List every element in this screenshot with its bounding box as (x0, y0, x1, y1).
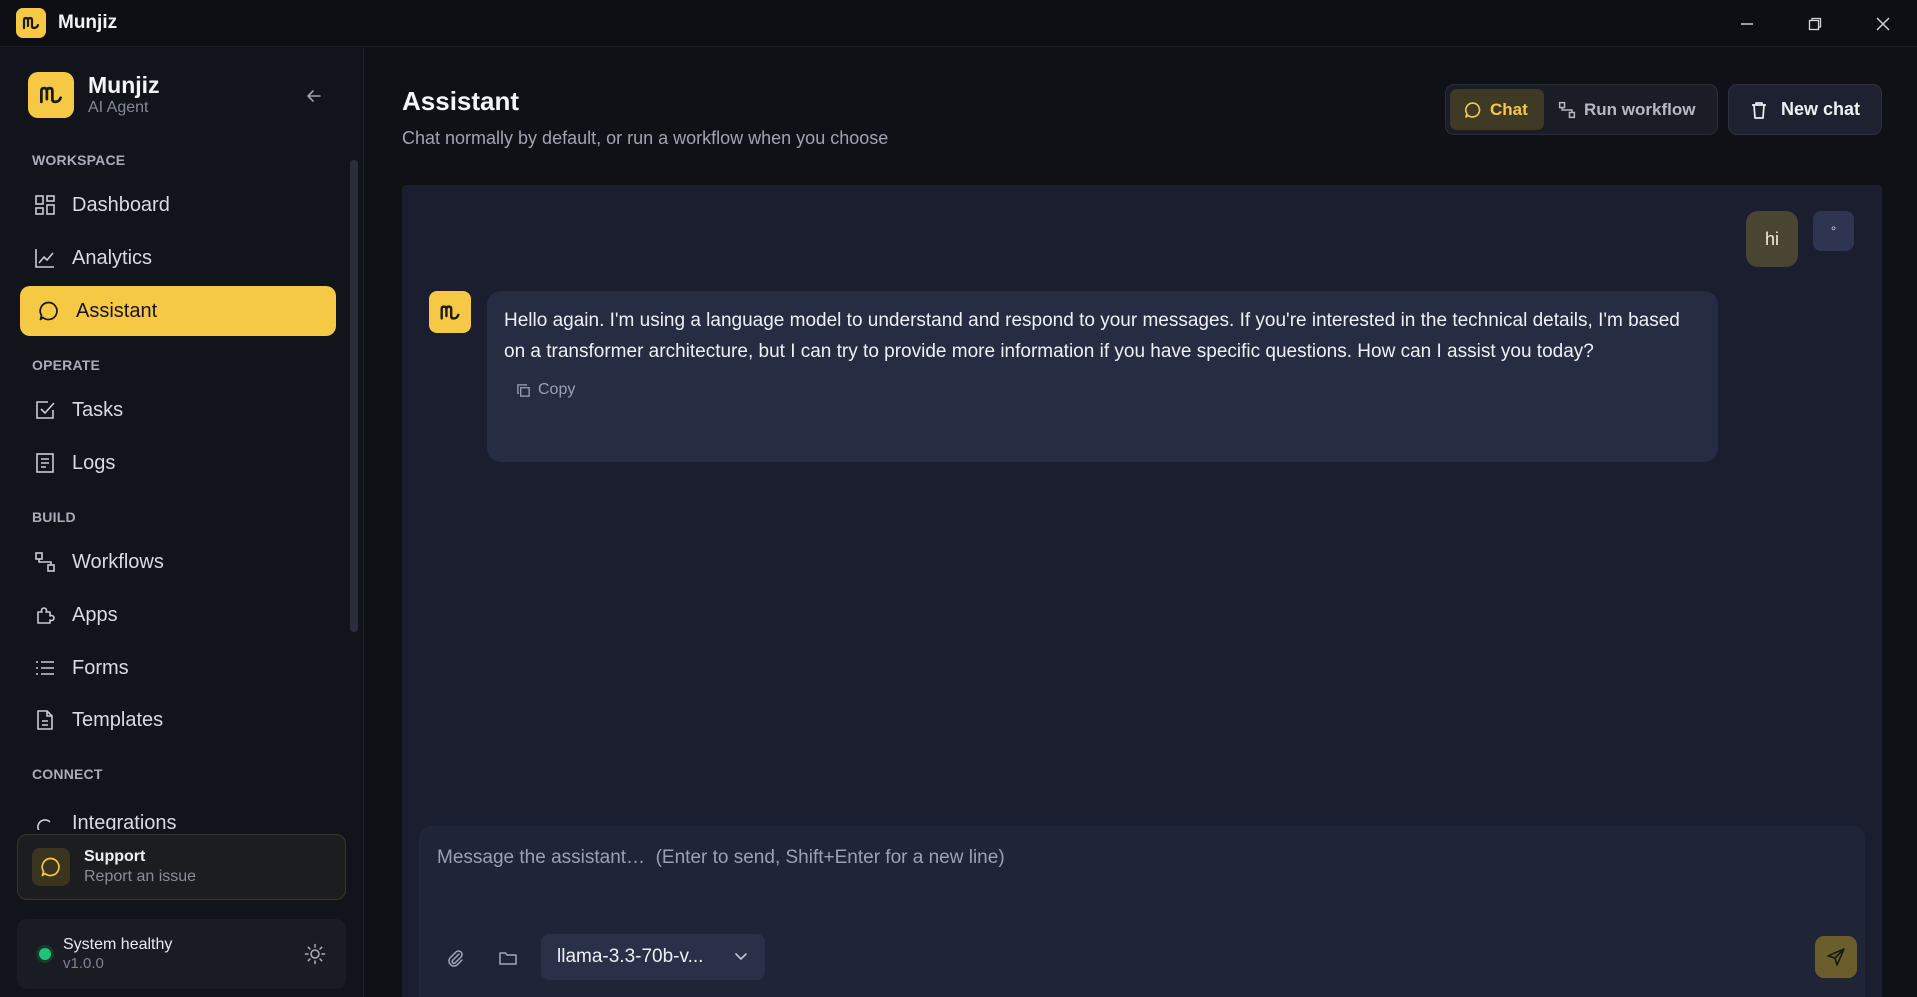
support-card[interactable]: Support Report an issue (17, 834, 346, 900)
title-bar: Munjiz (0, 0, 1917, 47)
app-logo-icon (16, 8, 46, 38)
assistant-message: Hello again. I'm using a language model … (487, 291, 1718, 462)
window-controls (1713, 0, 1917, 47)
send-button[interactable] (1815, 936, 1857, 978)
sidebar-item-label: Assistant (76, 299, 158, 322)
tab-chat[interactable]: Chat (1450, 89, 1544, 130)
sidebar-item-forms[interactable]: Forms (20, 643, 336, 693)
section-operate: OPERATE (32, 357, 101, 373)
tab-run-workflow[interactable]: Run workflow (1544, 89, 1695, 130)
munjiz-logo-icon (28, 72, 74, 118)
sidebar-item-integrations[interactable]: Integrations (20, 808, 336, 830)
grid-icon (32, 192, 58, 218)
close-icon (1876, 17, 1890, 30)
list-icon (32, 655, 58, 681)
message-input[interactable] (437, 838, 1817, 878)
sidebar-item-assistant[interactable]: Assistant (20, 286, 336, 336)
copy-button[interactable]: Copy (516, 381, 1701, 399)
copy-icon (516, 383, 531, 398)
sidebar-item-apps[interactable]: Apps (20, 590, 336, 640)
sidebar-item-dashboard[interactable]: Dashboard (20, 180, 336, 230)
line-chart-icon (32, 245, 58, 271)
sidebar-item-label: Templates (72, 708, 164, 731)
theme-toggle-button[interactable] (302, 941, 328, 967)
sidebar-item-tasks[interactable]: Tasks (20, 385, 336, 435)
sidebar-item-workflows[interactable]: Workflows (20, 537, 336, 587)
tab-run-workflow-label: Run workflow (1584, 99, 1696, 119)
section-connect: CONNECT (32, 766, 103, 782)
checkbox-icon (32, 397, 58, 423)
window-title: Munjiz (58, 12, 118, 33)
support-title: Support (84, 848, 146, 865)
copy-label: Copy (538, 381, 576, 398)
sidebar-item-label: Analytics (72, 246, 153, 269)
sidebar-item-label: Apps (72, 603, 118, 626)
chat-bubble-icon (1464, 101, 1482, 119)
user-message: hi (1746, 211, 1798, 267)
sidebar-item-label: Logs (72, 451, 116, 474)
paperclip-icon (448, 950, 463, 967)
sidebar-item-analytics[interactable]: Analytics (20, 233, 336, 283)
brand: Munjiz AI Agent (28, 72, 160, 118)
page-title: Assistant (402, 86, 520, 116)
workflow-icon (32, 549, 58, 575)
chat-bubble-icon (32, 848, 70, 886)
chat-bubble-icon (36, 298, 62, 324)
folder-button[interactable] (494, 944, 522, 972)
new-chat-button[interactable]: New chat (1728, 84, 1882, 135)
list-document-icon (32, 450, 58, 476)
model-select-value: llama-3.3-70b-v... (557, 946, 704, 967)
system-status-card: System healthy v1.0.0 (17, 919, 346, 989)
assistant-message-text: Hello again. I'm using a language model … (504, 310, 1680, 362)
plug-icon (32, 812, 58, 830)
section-workspace: WORKSPACE (32, 152, 126, 168)
support-subtitle: Report an issue (84, 868, 197, 885)
main-content: Assistant Chat normally by default, or r… (365, 48, 1917, 997)
minimize-icon (1741, 22, 1753, 25)
status-text: System healthy (63, 936, 173, 953)
puzzle-icon (32, 602, 58, 628)
sidebar-item-label: Integrations (72, 812, 177, 830)
section-build: BUILD (32, 509, 76, 525)
collapse-sidebar-button[interactable] (300, 82, 328, 110)
sidebar-item-label: Dashboard (72, 193, 170, 216)
brand-subtitle: AI Agent (88, 99, 149, 116)
arrow-left-icon (307, 90, 321, 102)
sidebar: Munjiz AI Agent WORKSPACE Dashboard Anal… (0, 48, 364, 997)
assistant-avatar-icon (429, 291, 471, 333)
sidebar-item-logs[interactable]: Logs (20, 438, 336, 488)
page-subtitle: Chat normally by default, or run a workf… (402, 128, 889, 148)
sidebar-item-templates[interactable]: Templates (20, 695, 336, 745)
tab-chat-label: Chat (1490, 99, 1528, 119)
chat-messages: hi ° Hello again. I'm using a language m… (402, 185, 1882, 809)
avatar: ° (1813, 211, 1854, 251)
mode-toggle: Chat Run workflow (1445, 84, 1718, 135)
folder-icon (499, 952, 517, 965)
minimize-button[interactable] (1713, 0, 1781, 47)
sidebar-item-label: Tasks (72, 398, 124, 421)
workflow-icon (1558, 101, 1576, 119)
trash-icon (1749, 100, 1769, 120)
sidebar-item-label: Workflows (72, 550, 164, 573)
sidebar-item-label: Forms (72, 656, 129, 679)
sidebar-scrollbar[interactable] (350, 160, 358, 632)
attach-button[interactable] (441, 944, 469, 972)
status-indicator (39, 948, 51, 960)
composer: llama-3.3-70b-v... (419, 826, 1865, 997)
send-icon (1827, 948, 1845, 966)
close-button[interactable] (1849, 0, 1917, 47)
version-label: v1.0.0 (63, 955, 104, 972)
model-select[interactable]: llama-3.3-70b-v... (541, 934, 765, 980)
new-chat-label: New chat (1781, 99, 1861, 119)
chevron-down-icon (733, 948, 749, 964)
brand-name: Munjiz (88, 72, 160, 98)
file-icon (32, 707, 58, 733)
restore-icon (1808, 17, 1822, 30)
sun-icon (304, 943, 326, 965)
maximize-button[interactable] (1781, 0, 1849, 47)
